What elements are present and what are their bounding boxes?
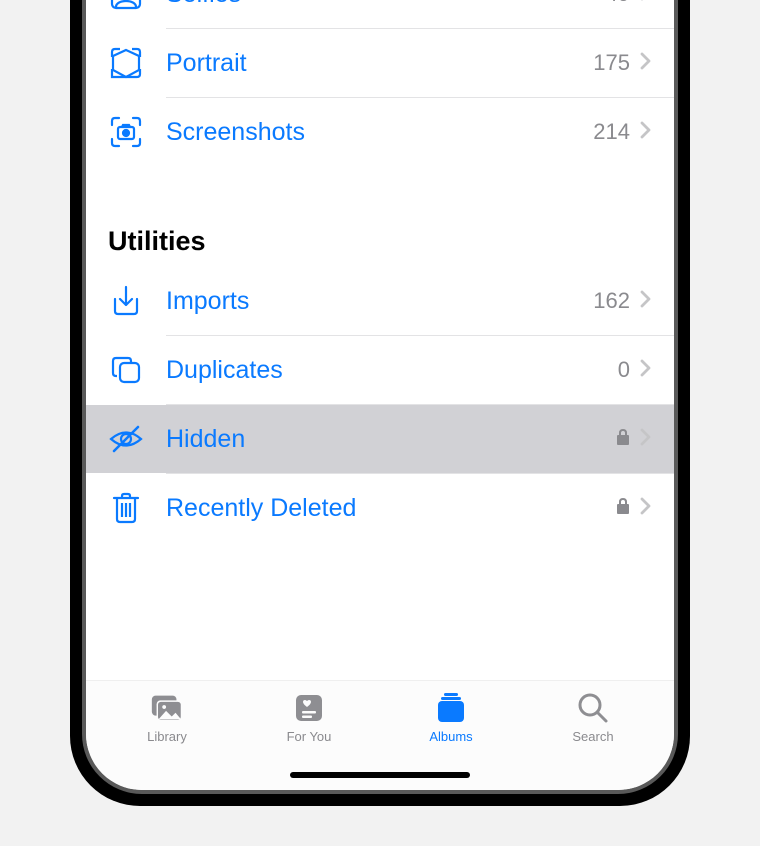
for-you-icon bbox=[291, 691, 327, 725]
selfies-icon bbox=[108, 0, 144, 12]
album-label: Hidden bbox=[166, 425, 616, 454]
album-label: Selfies bbox=[166, 0, 606, 9]
trash-icon bbox=[108, 490, 144, 526]
utilities-header: Utilities bbox=[86, 166, 674, 267]
phone-inner-frame: Selfies 49 Port bbox=[82, 0, 678, 794]
chevron-right-icon bbox=[640, 0, 652, 6]
album-label: Recently Deleted bbox=[166, 494, 616, 523]
album-selfies[interactable]: Selfies 49 bbox=[86, 0, 674, 28]
chevron-right-icon bbox=[640, 497, 652, 520]
duplicates-icon bbox=[108, 352, 144, 388]
albums-list: Selfies 49 Port bbox=[86, 0, 674, 680]
phone-frame: Selfies 49 Port bbox=[70, 0, 690, 806]
album-label: Screenshots bbox=[166, 118, 593, 147]
album-count: 162 bbox=[593, 288, 630, 314]
imports-icon bbox=[108, 283, 144, 319]
lock-icon bbox=[616, 428, 630, 451]
home-indicator[interactable] bbox=[290, 772, 470, 778]
tab-for-you[interactable]: For You bbox=[254, 691, 364, 744]
hidden-icon bbox=[108, 421, 144, 457]
tab-albums[interactable]: Albums bbox=[396, 691, 506, 744]
album-duplicates[interactable]: Duplicates 0 bbox=[86, 336, 674, 404]
chevron-right-icon bbox=[640, 52, 652, 75]
library-icon bbox=[149, 691, 185, 725]
album-label: Portrait bbox=[166, 49, 593, 78]
chevron-right-icon bbox=[640, 121, 652, 144]
album-count: 49 bbox=[606, 0, 630, 7]
lock-icon bbox=[616, 497, 630, 520]
chevron-right-icon bbox=[640, 359, 652, 382]
albums-icon bbox=[433, 691, 469, 725]
album-imports[interactable]: Imports 162 bbox=[86, 267, 674, 335]
album-recently-deleted[interactable]: Recently Deleted bbox=[86, 474, 674, 542]
album-count: 175 bbox=[593, 50, 630, 76]
album-hidden[interactable]: Hidden bbox=[86, 405, 674, 473]
tab-label: Library bbox=[147, 729, 187, 744]
portrait-icon bbox=[108, 45, 144, 81]
screenshots-icon bbox=[108, 114, 144, 150]
album-label: Imports bbox=[166, 287, 593, 316]
chevron-right-icon bbox=[640, 290, 652, 313]
screen: Selfies 49 Port bbox=[86, 0, 674, 790]
album-portrait[interactable]: Portrait 175 bbox=[86, 29, 674, 97]
album-screenshots[interactable]: Screenshots 214 bbox=[86, 98, 674, 166]
album-count: 214 bbox=[593, 119, 630, 145]
tab-label: Albums bbox=[429, 729, 472, 744]
album-count: 0 bbox=[618, 357, 630, 383]
chevron-right-icon bbox=[640, 428, 652, 451]
search-icon bbox=[575, 691, 611, 725]
tab-label: Search bbox=[572, 729, 613, 744]
album-label: Duplicates bbox=[166, 356, 618, 385]
tab-label: For You bbox=[287, 729, 332, 744]
tab-search[interactable]: Search bbox=[538, 691, 648, 744]
tab-library[interactable]: Library bbox=[112, 691, 222, 744]
